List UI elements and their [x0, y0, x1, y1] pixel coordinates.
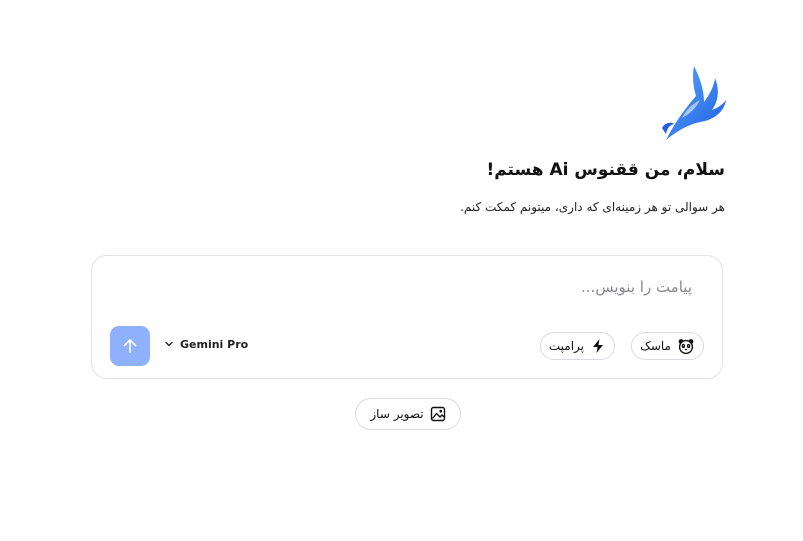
- send-button[interactable]: [110, 326, 150, 366]
- chevron-down-icon: [164, 339, 174, 349]
- chat-landing-page: سلام، من ققنوس Ai هستم! هر سوالی تو هر ز…: [0, 0, 803, 541]
- panda-mask-icon: [677, 337, 695, 355]
- mask-button[interactable]: ماسک: [631, 332, 704, 360]
- image-icon: [430, 406, 446, 422]
- message-composer: Gemini Pro ماسک: [91, 255, 723, 379]
- prompt-button-label: پرامپت: [548, 339, 584, 353]
- arrow-up-icon: [121, 337, 139, 355]
- welcome-subtitle: هر سوالی تو هر زمینه‌ای که داری، میتونم …: [460, 200, 725, 214]
- model-selector-label: Gemini Pro: [180, 337, 249, 351]
- mask-button-label: ماسک: [640, 339, 671, 353]
- image-maker-button[interactable]: تصویر ساز: [355, 398, 461, 430]
- phoenix-logo-icon: [660, 64, 726, 142]
- message-input[interactable]: [292, 274, 692, 300]
- prompt-button[interactable]: پرامپت: [539, 332, 615, 360]
- welcome-title: سلام، من ققنوس Ai هستم!: [486, 160, 725, 180]
- lightning-icon: [590, 338, 606, 354]
- image-maker-label: تصویر ساز: [370, 407, 424, 421]
- model-selector[interactable]: Gemini Pro: [164, 335, 248, 353]
